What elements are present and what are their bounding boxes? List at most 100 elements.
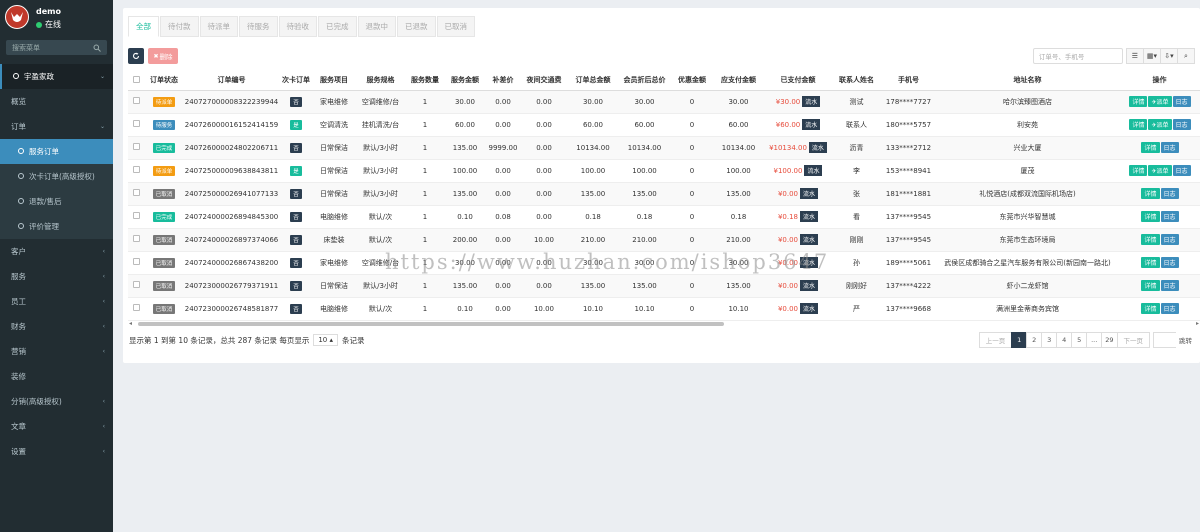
export-button[interactable]: ⇩▾ xyxy=(1160,48,1178,64)
row-select-cell[interactable] xyxy=(128,113,144,137)
detail-button[interactable]: 详情 xyxy=(1141,188,1160,199)
tab-8[interactable]: 已取消 xyxy=(436,16,475,37)
flow-button[interactable]: 流水 xyxy=(804,165,823,176)
row-select-cell[interactable] xyxy=(128,182,144,206)
flow-button[interactable]: 流水 xyxy=(802,96,821,107)
tab-3[interactable]: 待服务 xyxy=(239,16,278,37)
dispatch-button[interactable]: ✈派单 xyxy=(1148,96,1172,107)
sidebar-item-2[interactable]: 订单 ⌄ xyxy=(0,114,113,139)
page-button-4[interactable]: 4 xyxy=(1056,332,1073,348)
sidebar-item-13[interactable]: 分销(高级授权) ‹ xyxy=(0,389,113,414)
row-checkbox[interactable] xyxy=(132,281,140,288)
row-checkbox[interactable] xyxy=(132,212,140,219)
row-select-cell[interactable] xyxy=(128,251,144,275)
flow-button[interactable]: 流水 xyxy=(808,142,827,153)
page-button-2[interactable]: 2 xyxy=(1026,332,1043,348)
log-button[interactable]: 日志 xyxy=(1160,211,1179,222)
page-button-3[interactable]: 3 xyxy=(1041,332,1058,348)
flow-button[interactable]: 流水 xyxy=(800,211,819,222)
flow-button[interactable]: 流水 xyxy=(802,119,821,130)
scrollbar-thumb[interactable] xyxy=(138,322,724,326)
tab-2[interactable]: 待派单 xyxy=(199,16,238,37)
log-button[interactable]: 日志 xyxy=(1172,96,1191,107)
sidebar-item-10[interactable]: 财务 ‹ xyxy=(0,314,113,339)
row-checkbox[interactable] xyxy=(132,120,140,127)
flow-button[interactable]: 流水 xyxy=(800,280,819,291)
detail-button[interactable]: 详情 xyxy=(1141,234,1160,245)
tab-0[interactable]: 全部 xyxy=(128,16,159,37)
row-checkbox[interactable] xyxy=(132,97,140,104)
tab-6[interactable]: 退款中 xyxy=(357,16,396,37)
table-row[interactable]: 已取消 240724000026867438200 否 家电维修 空调维修/台 1 30.0… xyxy=(128,251,1200,275)
flow-button[interactable]: 流水 xyxy=(800,188,819,199)
delete-button[interactable]: ✖ 删除 xyxy=(148,48,178,64)
advanced-search-button[interactable]: ⌕ xyxy=(1177,48,1195,64)
flow-button[interactable]: 流水 xyxy=(800,303,819,314)
sidebar-item-14[interactable]: 文章 ‹ xyxy=(0,414,113,439)
log-button[interactable]: 日志 xyxy=(1160,234,1179,245)
detail-button[interactable]: 详情 xyxy=(1141,257,1160,268)
toggle-view-button[interactable]: ☰ xyxy=(1125,48,1144,64)
page-button-0[interactable]: 上一页 xyxy=(978,332,1013,348)
log-button[interactable]: 日志 xyxy=(1160,188,1179,199)
sidebar-item-7[interactable]: 客户 ‹ xyxy=(0,239,113,264)
table-row[interactable]: 已完成 240724000026894845300 否 电脑维修 默认/次 1 0.10 0.… xyxy=(128,205,1200,229)
jump-page-input[interactable] xyxy=(1153,332,1177,348)
jump-button[interactable]: 跳转 xyxy=(1176,332,1195,348)
horizontal-scrollbar[interactable]: ◂ ▸ xyxy=(128,320,1200,328)
tab-1[interactable]: 待付款 xyxy=(160,16,199,37)
log-button[interactable]: 日志 xyxy=(1160,142,1179,153)
row-checkbox[interactable] xyxy=(132,166,140,173)
sidebar-item-11[interactable]: 营销 ‹ xyxy=(0,339,113,364)
row-checkbox[interactable] xyxy=(132,235,140,242)
flow-button[interactable]: 流水 xyxy=(800,257,819,268)
detail-button[interactable]: 详情 xyxy=(1141,280,1160,291)
row-select-cell[interactable] xyxy=(128,136,144,160)
log-button[interactable]: 日志 xyxy=(1160,280,1179,291)
page-button-8[interactable]: 下一页 xyxy=(1116,332,1150,348)
table-search-input[interactable]: 订单号、手机号 xyxy=(1032,48,1123,64)
dispatch-button[interactable]: ✈派单 xyxy=(1148,165,1172,176)
detail-button[interactable]: 详情 xyxy=(1141,303,1160,314)
tab-7[interactable]: 已退款 xyxy=(397,16,436,37)
detail-button[interactable]: 详情 xyxy=(1129,119,1148,130)
sidebar-item-15[interactable]: 设置 ‹ xyxy=(0,439,113,464)
table-row[interactable]: 已取消 240724000026897374066 否 床垫装 默认/次 1 200.00 0… xyxy=(128,228,1200,252)
detail-button[interactable]: 详情 xyxy=(1141,211,1160,222)
row-select-cell[interactable] xyxy=(128,228,144,252)
sidebar-item-12[interactable]: 装修 xyxy=(0,364,113,389)
dispatch-button[interactable]: ✈派单 xyxy=(1148,119,1172,130)
row-select-cell[interactable] xyxy=(128,274,144,298)
sidebar-item-0[interactable]: 宇盈家政 ⌄ xyxy=(0,64,113,89)
scroll-left-icon[interactable]: ◂ xyxy=(129,320,132,327)
table-row[interactable]: 已取消 240723000026748581877 否电脑维修 默认/次 1 0.10 0.… xyxy=(128,297,1200,321)
scroll-right-icon[interactable]: ▸ xyxy=(1196,320,1199,327)
sidebar-item-6[interactable]: 评价管理 xyxy=(0,214,113,239)
row-checkbox[interactable] xyxy=(132,258,140,265)
log-button[interactable]: 日志 xyxy=(1160,257,1179,268)
row-checkbox[interactable] xyxy=(132,143,140,150)
detail-button[interactable]: 详情 xyxy=(1129,96,1148,107)
table-row[interactable]: 已完成 240726000024802206711 否 日常保洁 默认/3小时 1 135.… xyxy=(128,136,1200,160)
table-row[interactable]: 已取消 240723000026779371911 否 日常保洁 默认/3小时 1 135.… xyxy=(128,274,1200,298)
refresh-button[interactable] xyxy=(128,48,144,64)
log-button[interactable]: 日志 xyxy=(1160,303,1179,314)
sidebar-item-8[interactable]: 服务 ‹ xyxy=(0,264,113,289)
row-select-cell[interactable] xyxy=(128,159,144,183)
page-button-1[interactable]: 1 xyxy=(1011,332,1028,348)
sidebar-item-3[interactable]: 服务订单 xyxy=(0,139,113,164)
page-button-5[interactable]: 5 xyxy=(1071,332,1088,348)
log-button[interactable]: 日志 xyxy=(1172,119,1191,130)
table-row[interactable]: 待派单 240725000009638843811 是 日常保洁 默认/3小时 1 100.… xyxy=(128,159,1200,183)
table-row[interactable]: 待服务 240726000016152414159 是 空调清洗 挂机清洗/台 1 60.0… xyxy=(128,113,1200,137)
row-select-cell[interactable] xyxy=(128,297,144,321)
page-button-7[interactable]: 29 xyxy=(1101,332,1118,348)
detail-button[interactable]: 详情 xyxy=(1141,142,1160,153)
columns-button[interactable]: ▦▾ xyxy=(1142,48,1161,64)
sidebar-item-9[interactable]: 员工 ‹ xyxy=(0,289,113,314)
sidebar-item-1[interactable]: 概览 xyxy=(0,89,113,114)
menu-search-input[interactable]: 搜索菜单 xyxy=(6,40,107,55)
log-button[interactable]: 日志 xyxy=(1172,165,1191,176)
page-size-select[interactable]: 10 ▴ xyxy=(313,334,338,346)
row-select-cell[interactable] xyxy=(128,205,144,229)
